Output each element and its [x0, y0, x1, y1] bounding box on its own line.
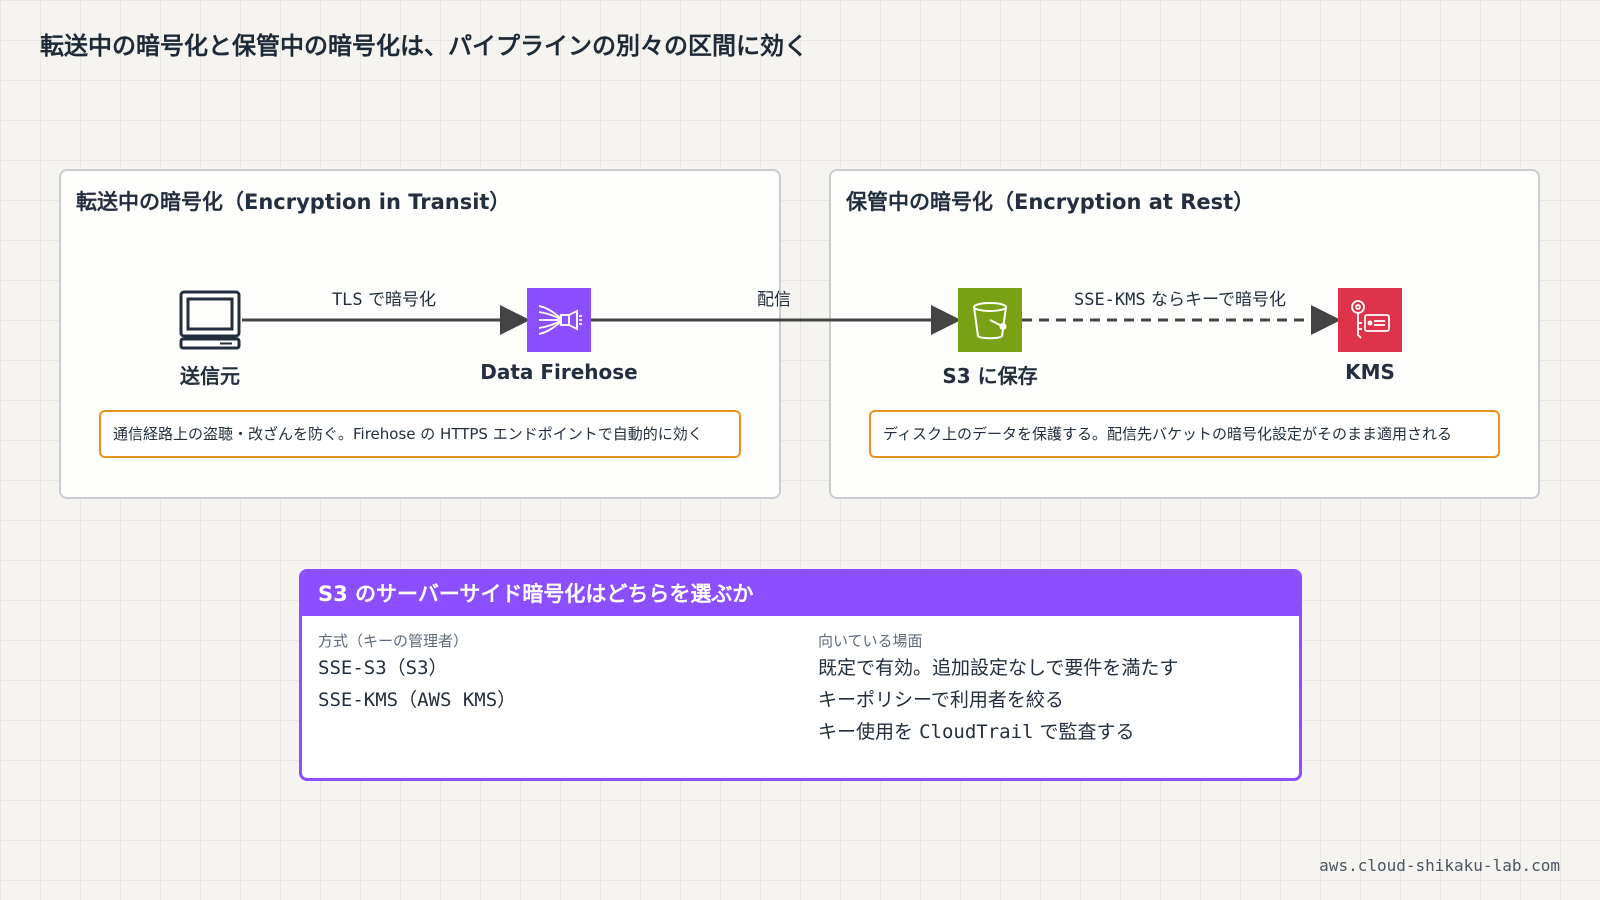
footer-url: aws.cloud-shikaku-lab.com: [1319, 856, 1560, 875]
tls-text: で暗号化: [368, 290, 437, 310]
s3-label: S3 に保存: [942, 364, 1038, 388]
encryption-choice-table: S3 のサーバーサイド暗号化はどちらを選ぶか 方式（キーの管理者） SSE-S3…: [299, 569, 1302, 781]
kms-label: KMS: [1345, 360, 1395, 384]
ssekms-code: SSE-KMS: [1073, 290, 1146, 310]
method-cell: SSE-KMS（AWS KMS）: [318, 689, 517, 711]
firehose-label: Data Firehose: [480, 360, 638, 384]
s3-bucket-icon: [958, 288, 1022, 352]
transit-note: 通信経路上の盗聴・改ざんを防ぐ。Firehose の HTTPS エンドポイント…: [99, 410, 741, 458]
use-case-text: で監査する: [1039, 721, 1135, 743]
use-case-cell: キーポリシーで利用者を絞る: [818, 689, 1064, 711]
deliver-text: 配信: [757, 290, 791, 310]
cloudtrail-code: CloudTrail: [919, 721, 1034, 743]
use-case-column-header: 向いている場面: [818, 632, 923, 650]
kms-key-icon: [1338, 288, 1402, 352]
table-title: S3 のサーバーサイド暗号化はどちらを選ぶか: [302, 572, 1299, 616]
source-label: 送信元: [180, 364, 240, 388]
rest-note: ディスク上のデータを保護する。配信先バケットの暗号化設定がそのまま適用される: [869, 410, 1500, 458]
use-case-cell: 既定で有効。追加設定なしで要件を満たす: [818, 657, 1179, 679]
method-column: 方式（キーの管理者） SSE-S3（S3） SSE-KMS（AWS KMS）: [318, 630, 516, 716]
use-case-text: キー使用を: [818, 721, 914, 743]
ssekms-edge-label: SSE-KMS ならキーで暗号化: [1074, 285, 1286, 310]
use-case-cell: キー使用を CloudTrail で監査する: [818, 716, 1178, 748]
method-column-header: 方式（キーの管理者）: [318, 632, 469, 650]
use-case-column: 向いている場面 既定で有効。追加設定なしで要件を満たす キーポリシーで利用者を絞…: [818, 630, 1178, 748]
method-cell: SSE-S3（S3）: [318, 657, 448, 679]
firehose-icon: [527, 288, 591, 352]
tls-code: TLS: [331, 290, 363, 310]
tls-edge-label: TLS で暗号化: [332, 285, 436, 310]
ssekms-text: ならキーで暗号化: [1151, 290, 1287, 310]
deliver-edge-label: 配信: [757, 285, 791, 310]
computer-icon: [178, 288, 242, 352]
